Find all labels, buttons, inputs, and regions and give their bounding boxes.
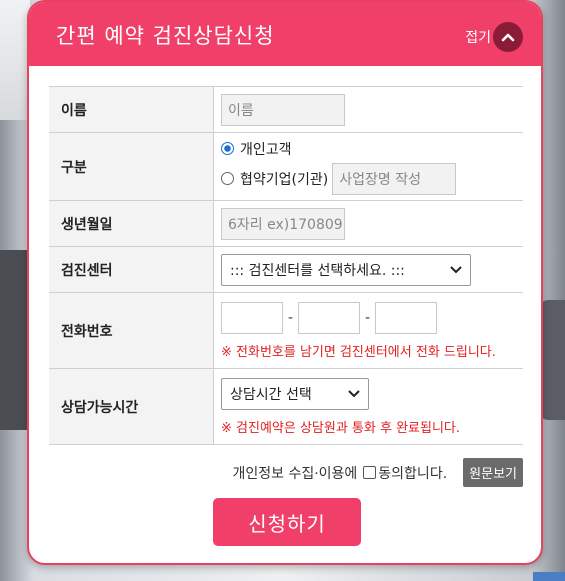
time-notice: ※ 검진예약은 상담원과 통화 후 완료됩니다.: [221, 420, 461, 436]
agreement-checkbox[interactable]: [363, 466, 377, 479]
birth-input[interactable]: 6자리 ex)170809: [221, 207, 345, 240]
form-row-name: 이름 이름: [49, 86, 523, 133]
phone-notice: ※ 전화번호를 남기면 검진센터에서 전화 드립니다.: [221, 344, 496, 360]
phone-part3-input[interactable]: [375, 301, 437, 334]
panel-title: 간편 예약 검진상담신청: [56, 24, 275, 48]
phone-part1-input[interactable]: [221, 301, 283, 334]
phone-part2-input[interactable]: [298, 301, 360, 334]
radio-partner-button[interactable]: [221, 172, 234, 185]
phone-separator-1: -: [287, 309, 294, 326]
partner-name-input[interactable]: 사업장명 작성: [332, 162, 457, 195]
chevron-down-icon: [450, 265, 462, 273]
time-select[interactable]: 상담시간 선택: [221, 377, 369, 410]
time-label: 상담가능시간: [49, 368, 214, 445]
form-row-birth: 생년월일 6자리 ex)170809: [49, 200, 523, 247]
chevron-up-icon: [501, 33, 515, 42]
time-select-value: 상담시간 선택: [230, 386, 312, 403]
agreement-row: 개인정보 수집·이용에 동의합니다. 원문보기: [29, 458, 523, 487]
name-input[interactable]: 이름: [221, 93, 345, 126]
type-label: 구분: [49, 132, 214, 201]
center-select[interactable]: ::: 검진센터를 선택하세요. :::: [221, 253, 471, 286]
submit-button[interactable]: 신청하기: [213, 498, 361, 546]
panel-header: 간편 예약 검진상담신청 접기: [29, 2, 541, 66]
radio-personal[interactable]: 개인고객: [221, 139, 522, 159]
form-row-type: 구분 개인고객 협약기업(기관) 사업장명 작성: [49, 132, 523, 201]
radio-partner[interactable]: 협약기업(기관) 사업장명 작성: [221, 162, 522, 195]
view-original-button[interactable]: 원문보기: [463, 458, 523, 487]
chevron-down-icon: [348, 389, 360, 397]
fold-button[interactable]: [493, 22, 523, 52]
consultation-panel: 간편 예약 검진상담신청 접기 이름 이름 구분 개인고객 협약기업(기관) 사…: [27, 0, 543, 565]
name-label: 이름: [49, 86, 214, 133]
agreement-checkbox-label: 동의합니다.: [378, 465, 448, 482]
phone-fields: - -: [221, 301, 522, 334]
birth-label: 생년월일: [49, 200, 214, 247]
center-label: 검진센터: [49, 246, 214, 293]
phone-separator-2: -: [364, 309, 371, 326]
agreement-text: 개인정보 수집·이용에: [232, 465, 358, 482]
form-row-phone: 전화번호 - - ※ 전화번호를 남기면 검진센터에서 전화 드립니다.: [49, 292, 523, 369]
radio-partner-label: 협약기업(기관): [240, 171, 329, 188]
center-select-value: ::: 검진센터를 선택하세요. :::: [230, 262, 405, 279]
form-row-time: 상담가능시간 상담시간 선택 ※ 검진예약은 상담원과 통화 후 완료됩니다.: [49, 368, 523, 445]
radio-personal-button[interactable]: [221, 142, 234, 155]
phone-label: 전화번호: [49, 292, 214, 369]
radio-personal-label: 개인고객: [240, 141, 292, 158]
fold-label[interactable]: 접기: [465, 27, 491, 47]
consultation-form: 이름 이름 구분 개인고객 협약기업(기관) 사업장명 작성 생년월일 6자리 …: [49, 86, 523, 445]
form-row-center: 검진센터 ::: 검진센터를 선택하세요. :::: [49, 246, 523, 293]
